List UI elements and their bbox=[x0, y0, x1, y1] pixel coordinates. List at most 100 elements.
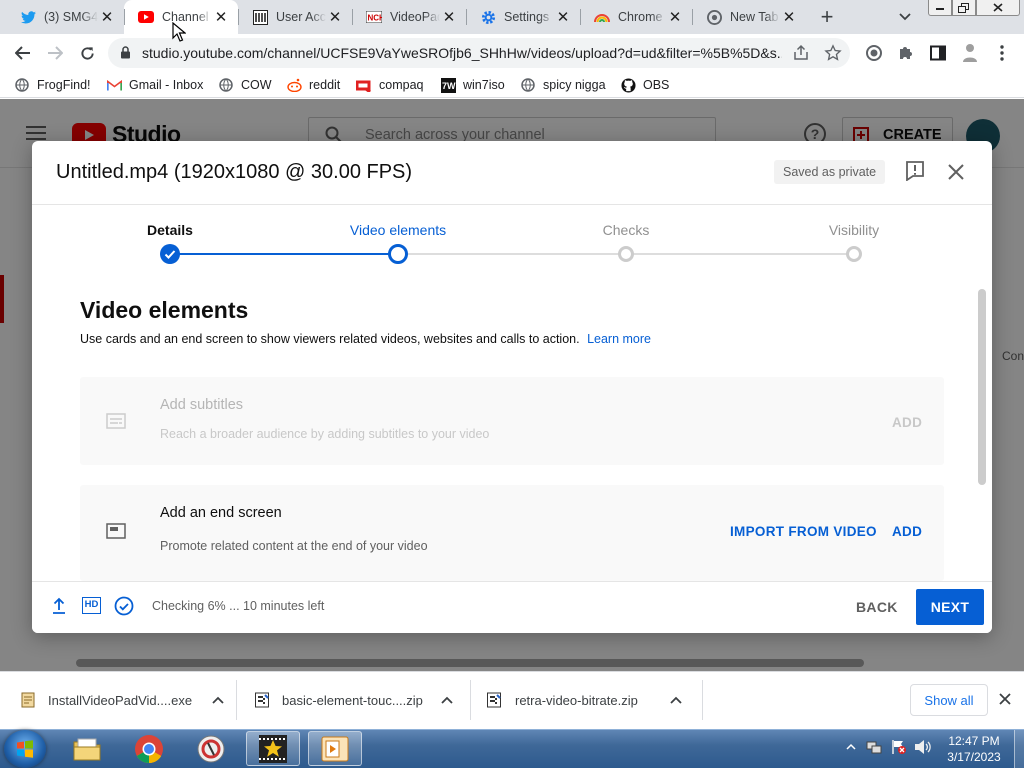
next-button[interactable]: NEXT bbox=[916, 589, 984, 625]
import-from-video-button[interactable]: IMPORT FROM VIDEO bbox=[730, 524, 877, 539]
tab-divider bbox=[580, 9, 581, 25]
checks-icon[interactable] bbox=[114, 596, 134, 616]
step-done-dot[interactable] bbox=[160, 244, 180, 264]
subtitles-card: Add subtitles Reach a broader audience b… bbox=[80, 377, 944, 465]
download-item[interactable]: InstallVideoPadVid....exe bbox=[20, 671, 224, 729]
reload-button[interactable] bbox=[74, 40, 100, 66]
share-icon[interactable] bbox=[792, 44, 810, 62]
show-desktop-button[interactable] bbox=[1014, 730, 1024, 768]
upload-icon[interactable] bbox=[52, 597, 66, 614]
extensions-button[interactable] bbox=[894, 41, 918, 65]
subtitles-title: Add subtitles bbox=[160, 397, 244, 413]
back-button[interactable]: BACK bbox=[856, 599, 898, 615]
bookmark-cow[interactable]: COW bbox=[218, 72, 272, 98]
clock-time: 12:47 PM bbox=[948, 734, 1000, 748]
back-nav-button[interactable] bbox=[10, 40, 36, 66]
bookmark-spicy[interactable]: spicy nigga bbox=[520, 72, 606, 98]
menu-button[interactable] bbox=[990, 41, 1014, 65]
feedback-icon[interactable] bbox=[906, 161, 924, 181]
check-icon bbox=[164, 250, 176, 259]
mouse-cursor-icon bbox=[172, 22, 186, 42]
globe-icon bbox=[520, 77, 536, 93]
gmail-icon bbox=[106, 77, 122, 93]
bookmark-gmail[interactable]: Gmail - Inbox bbox=[106, 72, 203, 98]
tab-search-button[interactable] bbox=[894, 7, 916, 27]
videopad-icon bbox=[321, 736, 349, 761]
dialog-content[interactable]: Video elements Use cards and an end scre… bbox=[32, 289, 992, 581]
new-tab-button[interactable]: + bbox=[814, 4, 840, 29]
tab-divider bbox=[124, 9, 125, 25]
taskbar-explorer[interactable] bbox=[60, 731, 114, 766]
taskbar-movie-maker[interactable] bbox=[246, 731, 300, 766]
tab-divider bbox=[352, 9, 353, 25]
close-downloads-icon[interactable] bbox=[999, 693, 1011, 705]
tab-title: (3) SMG4 bbox=[44, 10, 98, 24]
close-icon[interactable]: ✕ bbox=[780, 8, 798, 26]
learn-more-link[interactable]: Learn more bbox=[587, 332, 651, 346]
download-item[interactable]: basic-element-touc....zip bbox=[254, 671, 453, 729]
start-button[interactable] bbox=[4, 730, 46, 768]
step-pending-dot[interactable] bbox=[846, 246, 862, 262]
taskbar-app[interactable] bbox=[184, 731, 238, 766]
step-video-elements[interactable]: Video elements bbox=[350, 222, 446, 238]
step-visibility[interactable]: Visibility bbox=[829, 222, 879, 238]
step-pending-dot[interactable] bbox=[618, 246, 634, 262]
tab-title: New Tab bbox=[730, 10, 779, 24]
tab-videopad[interactable]: NCH VideoPad ✕ bbox=[352, 0, 466, 34]
side-panel-button[interactable] bbox=[926, 41, 950, 65]
extension-button[interactable] bbox=[862, 41, 886, 65]
close-icon[interactable]: ✕ bbox=[554, 8, 572, 26]
close-window-button[interactable] bbox=[976, 0, 1020, 16]
taskbar-videopad[interactable] bbox=[308, 731, 362, 766]
show-all-button[interactable]: Show all bbox=[910, 684, 988, 716]
flag-warning-icon[interactable] bbox=[891, 739, 907, 755]
section-title: Video elements bbox=[80, 297, 249, 323]
close-dialog-icon[interactable] bbox=[948, 164, 964, 180]
minimize-button[interactable] bbox=[928, 0, 952, 16]
bookmark-label: Gmail - Inbox bbox=[129, 78, 204, 92]
bookmark-frogfind[interactable]: FrogFind! bbox=[14, 72, 91, 98]
hd-icon[interactable]: HD bbox=[82, 597, 101, 614]
restore-icon bbox=[958, 2, 969, 13]
step-current-dot[interactable] bbox=[388, 244, 408, 264]
download-item[interactable]: retra-video-bitrate.zip bbox=[486, 671, 682, 729]
chevron-up-icon[interactable] bbox=[670, 696, 682, 704]
close-icon[interactable]: ✕ bbox=[98, 8, 116, 26]
restore-button[interactable] bbox=[952, 0, 976, 16]
tab-new-tab[interactable]: New Tab ✕ bbox=[692, 0, 806, 34]
volume-icon[interactable] bbox=[914, 739, 932, 755]
chevron-up-icon[interactable] bbox=[212, 696, 224, 704]
close-icon[interactable]: ✕ bbox=[666, 8, 684, 26]
star-icon[interactable] bbox=[824, 44, 842, 62]
close-icon[interactable]: ✕ bbox=[326, 8, 344, 26]
forward-nav-button[interactable] bbox=[42, 40, 68, 66]
taskbar-clock[interactable]: 12:47 PM 3/17/2023 bbox=[938, 733, 1010, 765]
bookmark-obs[interactable]: OBS bbox=[620, 72, 669, 98]
tab-smg4[interactable]: (3) SMG4 ✕ bbox=[6, 0, 124, 34]
step-details[interactable]: Details bbox=[147, 222, 193, 238]
omnibox[interactable]: studio.youtube.com/channel/UCFSE9VaYweSR… bbox=[108, 38, 850, 68]
bookmark-win7iso[interactable]: 7W win7iso bbox=[440, 72, 505, 98]
tab-settings[interactable]: Settings ✕ bbox=[466, 0, 580, 34]
step-checks[interactable]: Checks bbox=[603, 222, 650, 238]
taskbar-chrome[interactable] bbox=[122, 731, 176, 766]
refresh-extension-icon bbox=[866, 45, 882, 61]
saved-badge: Saved as private bbox=[774, 160, 886, 184]
bookmark-compaq[interactable]: compaq bbox=[356, 72, 423, 98]
chevron-up-icon[interactable] bbox=[441, 696, 453, 704]
tab-user-accounts[interactable]: User Acc ✕ bbox=[238, 0, 352, 34]
close-icon[interactable]: ✕ bbox=[440, 8, 458, 26]
url-text[interactable]: studio.youtube.com/channel/UCFSE9VaYweSR… bbox=[142, 45, 782, 61]
bookmark-reddit[interactable]: reddit bbox=[286, 72, 340, 98]
profile-button[interactable] bbox=[958, 41, 982, 65]
add-end-screen-button[interactable]: ADD bbox=[892, 524, 922, 539]
zip-icon bbox=[254, 692, 270, 708]
close-icon[interactable]: ✕ bbox=[212, 8, 230, 26]
network-icon[interactable] bbox=[866, 739, 882, 755]
download-divider bbox=[702, 680, 703, 720]
bookmark-label: compaq bbox=[379, 78, 424, 92]
dialog-scrollbar[interactable] bbox=[978, 289, 986, 485]
tab-chrome[interactable]: Chrome ✕ bbox=[580, 0, 692, 34]
add-subtitles-button[interactable]: ADD bbox=[892, 415, 922, 430]
chevron-up-icon[interactable] bbox=[846, 743, 856, 750]
